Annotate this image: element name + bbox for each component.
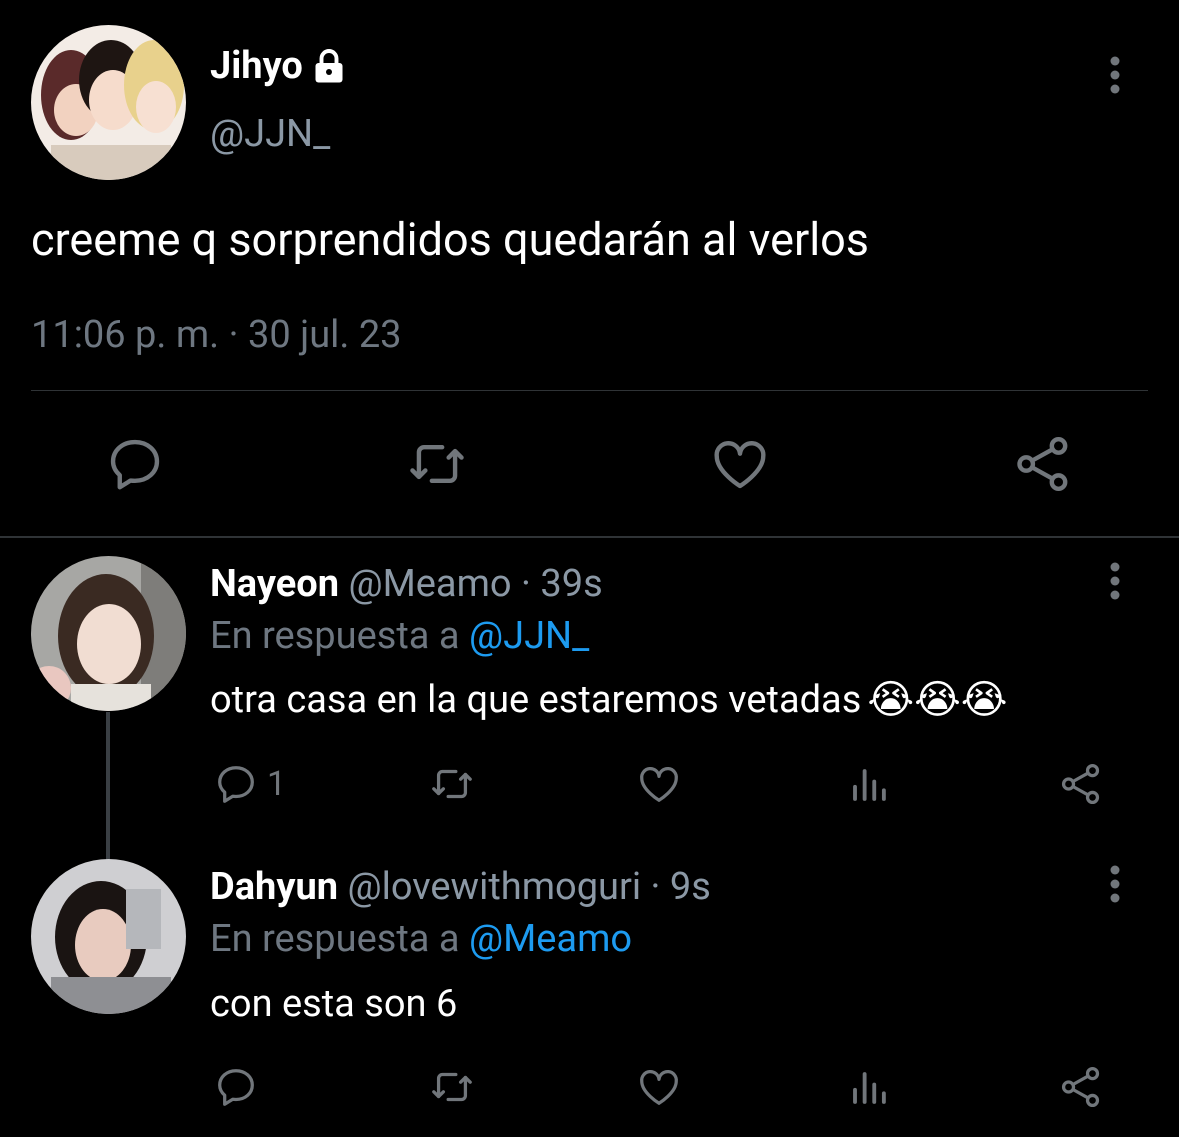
analytics-icon[interactable]: [848, 1067, 890, 1109]
reply-icon[interactable]: [104, 433, 166, 495]
share-icon[interactable]: [1058, 1064, 1104, 1110]
reply-action[interactable]: [213, 1064, 267, 1110]
main-tweet-timestamp[interactable]: 11:06 p. m. · 30 jul. 23: [31, 313, 402, 357]
more-vertical-icon[interactable]: [1100, 864, 1130, 904]
thread-connector: [106, 712, 110, 860]
reply-header: Dahyun @lovewithmoguri · 9s: [210, 865, 711, 909]
reply-mention[interactable]: @JJN_: [469, 614, 589, 658]
reply-context: En respuesta a @JJN_: [210, 614, 589, 658]
share-icon[interactable]: [1058, 761, 1104, 807]
retweet-icon[interactable]: [428, 1064, 476, 1110]
reply-context: En respuesta a @Meamo: [210, 917, 632, 961]
reply-text-content: otra casa en la que estaremos vetadas: [210, 678, 862, 722]
retweet-icon[interactable]: [404, 433, 470, 495]
main-avatar[interactable]: [31, 25, 186, 180]
reply-avatar-dahyun[interactable]: [31, 859, 186, 1014]
reply-text-content: con esta son 6: [210, 982, 458, 1026]
reply-display-name[interactable]: Nayeon: [210, 562, 339, 606]
main-name-text: Jihyo: [210, 44, 303, 88]
reply-avatar-nayeon[interactable]: [31, 556, 186, 711]
section-divider: [0, 536, 1179, 538]
reply-handle[interactable]: @lovewithmoguri · 9s: [347, 865, 710, 909]
reply-text: otra casa en la que estaremos vetadas 😭😭…: [210, 677, 1008, 723]
more-vertical-icon[interactable]: [1100, 55, 1130, 95]
reply-icon[interactable]: [213, 761, 259, 807]
more-vertical-icon[interactable]: [1100, 561, 1130, 601]
like-icon[interactable]: [708, 433, 772, 495]
main-display-name[interactable]: Jihyo: [210, 44, 347, 88]
main-tweet-text: creeme q sorprendidos quedarán al verlos: [31, 213, 870, 266]
crying-emoji-group: 😭😭😭: [867, 677, 1008, 723]
divider: [31, 390, 1148, 391]
reply-prefix: En respuesta a: [210, 917, 460, 961]
reply-handle[interactable]: @Meamo · 39s: [348, 562, 602, 606]
reply-display-name[interactable]: Dahyun: [210, 865, 338, 909]
reply-header: Nayeon @Meamo · 39s: [210, 562, 603, 606]
lock-icon: [311, 48, 347, 84]
reply-action[interactable]: 1: [213, 761, 286, 807]
reply-mention[interactable]: @Meamo: [469, 917, 632, 961]
reply-icon[interactable]: [213, 1064, 259, 1110]
reply-count: 1: [267, 764, 287, 804]
reply-text: con esta son 6: [210, 982, 457, 1026]
like-icon[interactable]: [636, 761, 682, 807]
share-icon[interactable]: [1012, 433, 1074, 495]
reply-prefix: En respuesta a: [210, 614, 460, 658]
main-handle[interactable]: @JJN_: [210, 112, 330, 156]
analytics-icon[interactable]: [848, 764, 890, 806]
retweet-icon[interactable]: [428, 761, 476, 807]
like-icon[interactable]: [636, 1064, 682, 1110]
